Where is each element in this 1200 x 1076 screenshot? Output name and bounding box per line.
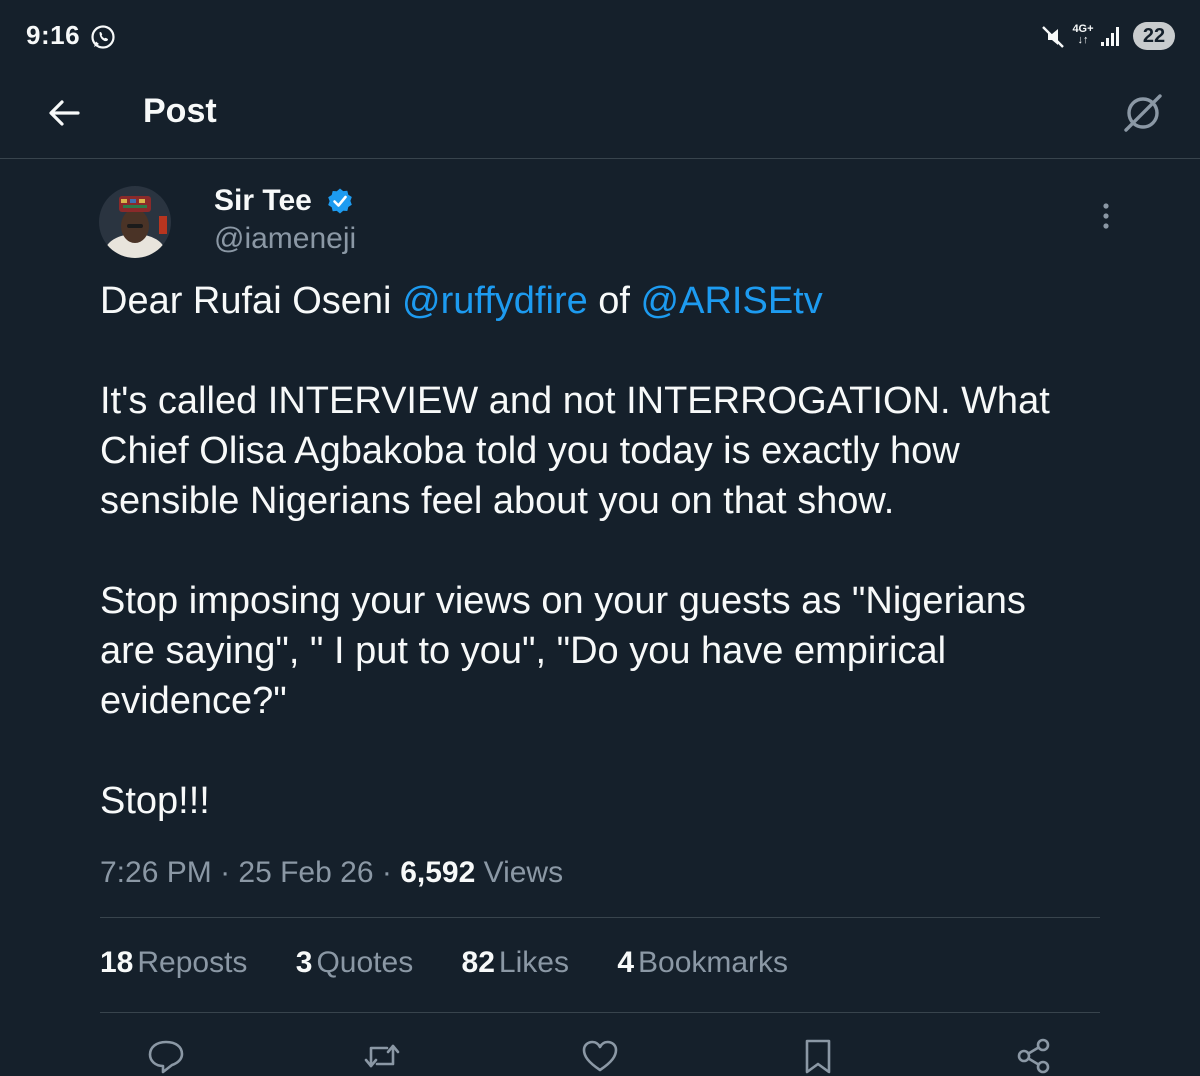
post-meta: 7:26 PM · 25 Feb 26 · 6,592 Views bbox=[100, 856, 564, 889]
more-options-icon[interactable] bbox=[1094, 200, 1118, 232]
repost-icon[interactable] bbox=[362, 1036, 402, 1076]
mention-link[interactable]: @ruffydfire bbox=[402, 280, 588, 322]
share-icon[interactable] bbox=[1014, 1036, 1054, 1076]
avatar-image bbox=[99, 186, 171, 258]
post-text: Dear Rufai Oseni @ruffydfire of @ARISEtv… bbox=[100, 276, 1110, 826]
post-line: Stop!!! bbox=[100, 780, 210, 822]
views-count: 6,592 bbox=[400, 856, 476, 889]
reposts-stat[interactable]: 18 Reposts bbox=[100, 946, 247, 980]
status-time: 9:16 bbox=[26, 20, 81, 50]
bookmarks-stat[interactable]: 4 Bookmarks bbox=[617, 946, 788, 980]
back-arrow-icon[interactable] bbox=[44, 93, 84, 133]
mute-icon bbox=[1042, 26, 1064, 48]
post-line: evidence?" bbox=[100, 680, 287, 722]
post-line: Chief Olisa Agbakoba told you today is e… bbox=[100, 430, 960, 472]
page-title: Post bbox=[143, 92, 217, 130]
bookmark-icon[interactable] bbox=[798, 1036, 838, 1076]
status-bar: 9:16 4G+ ↓↑ 22 bbox=[0, 0, 1200, 76]
divider bbox=[100, 1012, 1100, 1013]
likes-stat[interactable]: 82 Likes bbox=[462, 946, 569, 980]
author-handle[interactable]: @iameneji bbox=[214, 222, 356, 256]
network-type-icon: 4G+ ↓↑ bbox=[1072, 23, 1094, 46]
top-bar: Post bbox=[0, 76, 1200, 159]
grok-icon[interactable] bbox=[1120, 90, 1166, 136]
post-date[interactable]: 25 Feb 26 bbox=[238, 856, 373, 889]
battery-icon: 22 bbox=[1133, 22, 1175, 50]
post-line: are saying", " I put to you", "Do you ha… bbox=[100, 630, 947, 672]
like-icon[interactable] bbox=[580, 1036, 620, 1076]
post-stats: 18 Reposts 3 Quotes 82 Likes 4 Bookmarks bbox=[100, 946, 828, 980]
post-line: sensible Nigerians feel about you on tha… bbox=[100, 480, 895, 522]
post-line: Stop imposing your views on your guests … bbox=[100, 580, 1026, 622]
avatar[interactable] bbox=[99, 186, 171, 258]
post-time[interactable]: 7:26 PM bbox=[100, 856, 212, 889]
verified-badge-icon bbox=[328, 188, 352, 214]
signal-icon bbox=[1101, 27, 1119, 46]
post-line: Dear Rufai Oseni @ruffydfire of @ARISEtv bbox=[100, 280, 823, 322]
quotes-stat[interactable]: 3 Quotes bbox=[296, 946, 413, 980]
post-line: It's called INTERVIEW and not INTERROGAT… bbox=[100, 380, 1050, 422]
mention-link[interactable]: @ARISEtv bbox=[641, 280, 823, 322]
reply-icon[interactable] bbox=[146, 1036, 186, 1076]
author-display-name[interactable]: Sir Tee bbox=[214, 184, 312, 218]
views-label: Views bbox=[475, 856, 564, 889]
divider bbox=[100, 917, 1100, 918]
whatsapp-icon bbox=[91, 25, 115, 49]
